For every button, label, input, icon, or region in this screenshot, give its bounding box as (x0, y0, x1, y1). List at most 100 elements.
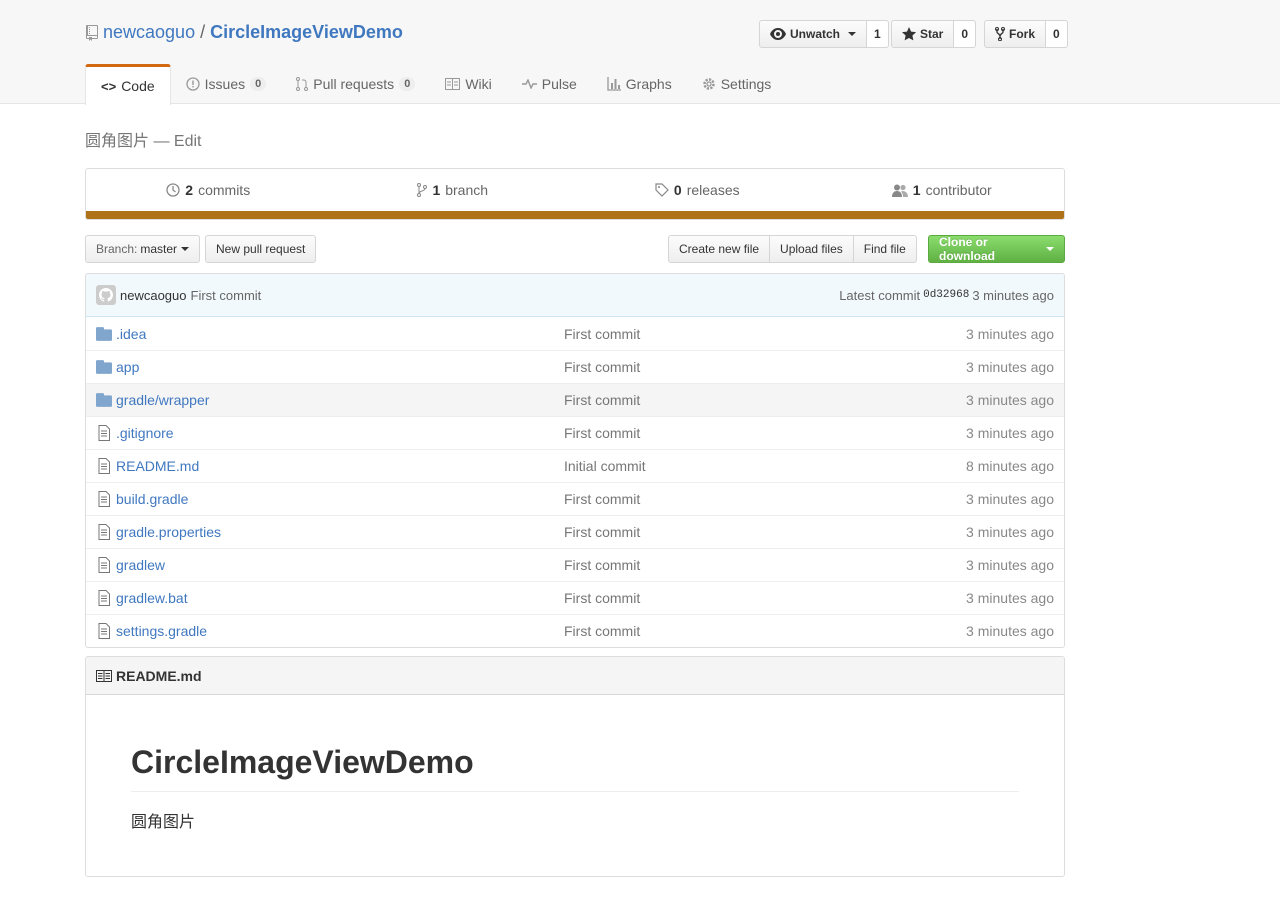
file-name-link[interactable]: .gitignore (116, 425, 564, 441)
file-commit-message-link[interactable]: First commit (564, 359, 864, 375)
description-text: 圆角图片 (85, 133, 150, 150)
commit-message-link[interactable]: First commit (191, 288, 262, 303)
find-file-button[interactable]: Find file (852, 235, 917, 263)
fork-group: Fork 0 (984, 20, 1068, 48)
book-icon (445, 78, 461, 90)
file-commit-message-link[interactable]: Initial commit (564, 458, 864, 474)
file-name-link[interactable]: settings.gradle (116, 623, 564, 639)
file-row: .idea First commit 3 minutes ago (86, 317, 1064, 350)
file-name-link[interactable]: README.md (116, 458, 564, 474)
file-icon (98, 425, 110, 441)
file-age: 3 minutes ago (966, 392, 1054, 408)
file-row: .gitignore First commit 3 minutes ago (86, 416, 1064, 449)
file-row: app First commit 3 minutes ago (86, 350, 1064, 383)
eye-icon (770, 28, 786, 40)
file-name-link[interactable]: .idea (116, 326, 564, 342)
file-name-link[interactable]: gradlew.bat (116, 590, 564, 606)
file-name-link[interactable]: build.gradle (116, 491, 564, 507)
tab-graphs-label: Graphs (625, 76, 672, 92)
file-icon (98, 557, 110, 573)
edit-description-link[interactable]: Edit (174, 133, 202, 150)
unwatch-label: Unwatch (790, 27, 841, 41)
file-commit-message-link[interactable]: First commit (564, 425, 864, 441)
contributors-count: 1 (912, 182, 921, 198)
tab-settings[interactable]: Settings (687, 64, 787, 104)
file-row: settings.gradle First commit 3 minutes a… (86, 614, 1064, 647)
stargazers-count[interactable]: 0 (954, 20, 977, 48)
repo-nav: <> Code Issues 0 Pull requests 0 Wiki Pu… (85, 64, 787, 105)
file-name-link[interactable]: app (116, 359, 564, 375)
forks-count[interactable]: 0 (1046, 20, 1068, 48)
commit-sha-link[interactable]: 0d32968 (923, 289, 969, 301)
watchers-count[interactable]: 1 (867, 20, 889, 48)
book-icon (96, 669, 112, 682)
file-icon (98, 491, 110, 507)
file-commit-message-link[interactable]: First commit (564, 557, 864, 573)
repo-name-link[interactable]: CircleImageViewDemo (210, 22, 403, 43)
repo-title: newcaoguo / CircleImageViewDemo (85, 22, 403, 43)
file-table: newcaoguo First commit Latest commit 0d3… (85, 273, 1065, 648)
file-commit-message-link[interactable]: First commit (564, 524, 864, 540)
file-commit-message-link[interactable]: First commit (564, 590, 864, 606)
branch-select-button[interactable]: Branch: master (85, 235, 201, 263)
tab-pulse[interactable]: Pulse (507, 64, 592, 104)
repo-header: newcaoguo / CircleImageViewDemo Unwatch … (0, 0, 1280, 105)
file-row: README.md Initial commit 8 minutes ago (86, 449, 1064, 482)
readme-filename: README.md (116, 667, 202, 684)
branch-icon (417, 183, 428, 197)
tab-pull-requests[interactable]: Pull requests 0 (281, 64, 430, 104)
contributors-link[interactable]: 1 contributor (820, 169, 1065, 211)
releases-label: releases (686, 182, 740, 198)
tab-code[interactable]: <> Code (85, 64, 171, 105)
file-navigation: Branch: master New pull request Create n… (85, 235, 1065, 263)
clone-or-download-button[interactable]: Clone or download (928, 235, 1065, 263)
create-new-file-button[interactable]: Create new file (668, 235, 771, 263)
readme-content: CircleImageViewDemo 圆角图片 (86, 695, 1064, 876)
unwatch-button[interactable]: Unwatch (759, 20, 868, 48)
folder-icon (96, 326, 112, 341)
upload-files-button[interactable]: Upload files (769, 235, 854, 263)
releases-link[interactable]: 0 releases (575, 169, 820, 211)
history-icon (166, 183, 180, 197)
file-commit-message-link[interactable]: First commit (564, 392, 864, 408)
file-list: .idea First commit 3 minutes ago app Fir… (86, 317, 1064, 647)
file-age: 3 minutes ago (966, 623, 1054, 639)
star-button[interactable]: Star (891, 20, 955, 48)
graph-icon (607, 77, 621, 91)
chevron-down-icon (181, 247, 190, 251)
file-age: 3 minutes ago (966, 491, 1054, 507)
file-commit-message-link[interactable]: First commit (564, 623, 864, 639)
contributors-label: contributor (925, 182, 992, 198)
file-age: 3 minutes ago (966, 325, 1054, 342)
file-icon (98, 590, 110, 606)
commits-count: 2 (185, 182, 194, 198)
file-commit-message-link[interactable]: First commit (564, 326, 864, 342)
commit-age: 3 minutes ago (972, 287, 1054, 303)
tab-wiki[interactable]: Wiki (430, 64, 506, 104)
file-name-link[interactable]: gradlew (116, 557, 564, 573)
watch-group: Unwatch 1 (759, 20, 889, 48)
tab-pull-requests-label: Pull requests (313, 76, 395, 92)
file-age: 3 minutes ago (966, 590, 1054, 606)
file-row: gradlew.bat First commit 3 minutes ago (86, 581, 1064, 614)
file-name-link[interactable]: gradle/wrapper (116, 392, 564, 408)
star-label: Star (920, 27, 944, 41)
branches-link[interactable]: 1 branch (331, 169, 576, 211)
file-actions-group: Create new file Upload files Find file (668, 235, 917, 263)
numbers-summary: 2 commits 1 branch 0 releases 1 contribu… (85, 168, 1065, 220)
commit-author-link[interactable]: newcaoguo (120, 288, 187, 303)
repo-owner-link[interactable]: newcaoguo (103, 22, 195, 43)
file-commit-message-link[interactable]: First commit (564, 491, 864, 507)
file-name-link[interactable]: gradle.properties (116, 524, 564, 540)
commits-link[interactable]: 2 commits (86, 169, 331, 211)
issue-icon (186, 77, 200, 91)
tab-graphs[interactable]: Graphs (592, 64, 687, 104)
file-row: build.gradle First commit 3 minutes ago (86, 482, 1064, 515)
fork-button[interactable]: Fork (984, 20, 1047, 48)
tab-issues[interactable]: Issues 0 (171, 64, 282, 104)
pull-request-icon (296, 77, 309, 91)
language-bar[interactable] (86, 211, 1064, 219)
tab-code-label: Code (121, 78, 155, 94)
new-pull-request-button[interactable]: New pull request (205, 235, 317, 263)
avatar[interactable] (96, 285, 116, 305)
